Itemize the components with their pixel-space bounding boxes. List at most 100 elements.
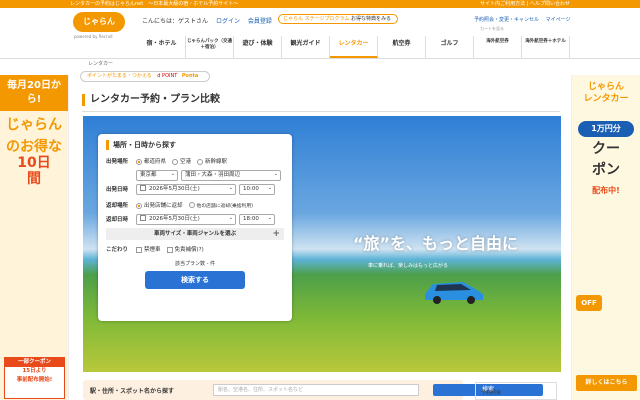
form-title: 場所・日時から探す bbox=[106, 140, 284, 150]
checkbox-icon bbox=[136, 246, 142, 253]
radio-label: 他の店舗に返却(乗捨利用) bbox=[196, 203, 254, 209]
calendar-icon bbox=[140, 185, 146, 191]
radio-airport[interactable]: 空港 bbox=[172, 157, 191, 165]
nav-item[interactable]: レンタカー bbox=[330, 36, 378, 58]
logo-subtitle: powered by Recruit bbox=[74, 34, 113, 39]
depart-place-label: 出発場所 bbox=[106, 159, 129, 165]
left-ad-footer-line1: 15日より bbox=[22, 368, 47, 374]
return-date-row: 返却日時 2026年5月30日(土) 18:00 bbox=[106, 213, 284, 225]
reservation-inquiry-box[interactable]: 予約照会 bbox=[475, 382, 557, 400]
login-link[interactable]: ログイン bbox=[216, 18, 240, 25]
left-ad-line: 10日 bbox=[17, 155, 51, 171]
radio-other-store[interactable]: 他の店舗に返却(乗捨利用) bbox=[188, 202, 254, 209]
plan-count: 該当プラン数 - 件 bbox=[175, 261, 215, 267]
ponta-logo: Ponta bbox=[181, 73, 199, 79]
stage-program-banner[interactable]: じゃらん ステージプログラム お得な特典をみる bbox=[278, 14, 398, 24]
page-title: レンタカー予約・プラン比較 bbox=[82, 94, 220, 106]
top-bar-left-text: レンタカーの予約はじゃらんnet 〜日本最大級の宿・ホテル予約サイト〜 bbox=[70, 1, 239, 7]
greeting-text: こんにちは：ゲストさん bbox=[142, 18, 209, 25]
left-ad-footer: 一部クーポン 15日より 事前配布開始! bbox=[4, 357, 65, 399]
nav-item[interactable]: 観光ガイド bbox=[282, 36, 330, 58]
prefecture-select[interactable]: 東京都 bbox=[136, 169, 178, 181]
point-text: ポイントがたまる・つかえる bbox=[87, 73, 152, 79]
top-bar: レンタカーの予約はじゃらんnet 〜日本最大級の宿・ホテル予約サイト〜 サイト内… bbox=[0, 0, 640, 8]
depart-date-value: 2026年5月30日(土) bbox=[149, 185, 200, 192]
radio-label: 都道府県 bbox=[144, 159, 167, 165]
stage-more: お得な特典をみる bbox=[350, 16, 391, 22]
depart-area-row: 東京都 蒲田・大森・羽田周辺 bbox=[106, 169, 284, 181]
plus-icon: + bbox=[272, 229, 280, 239]
area-select[interactable]: 蒲田・大森・羽田周辺 bbox=[181, 169, 281, 181]
return-time-select[interactable]: 18:00 bbox=[239, 213, 275, 225]
keyword-search-label: 駅・住所・スポット名から探す bbox=[90, 388, 175, 395]
radio-prefecture[interactable]: 都道府県 bbox=[136, 157, 166, 165]
radio-label: 出発店舗に返却 bbox=[144, 203, 183, 209]
depart-place-row: 出発場所 都道府県 空港 新幹線駅 bbox=[106, 155, 284, 167]
return-date-input[interactable]: 2026年5月30日(土) bbox=[136, 213, 236, 225]
return-date-value: 2026年5月30日(土) bbox=[149, 215, 200, 222]
right-ad-brand: じゃらん bbox=[587, 82, 624, 92]
keyword-search-input[interactable]: 駅名、空港名、住所、スポット名など bbox=[213, 384, 419, 396]
radio-label: 空港 bbox=[180, 159, 192, 165]
radio-station[interactable]: 新幹線駅 bbox=[197, 157, 227, 165]
hero-subtext: 車に乗れば、楽しみはもっと広がる bbox=[368, 263, 449, 269]
radio-icon bbox=[197, 158, 204, 165]
right-ad-distributing: 配布中! bbox=[592, 186, 620, 195]
checkbox-nonsmoking[interactable]: 禁煙車 bbox=[136, 245, 161, 253]
point-bar: ポイントがたまる・つかえる d POINT Ponta bbox=[80, 71, 210, 82]
checkbox-label: 免責補償(?) bbox=[174, 247, 204, 253]
right-ad-amount: 1万円分 bbox=[578, 121, 634, 137]
nav-item[interactable]: ゴルフ bbox=[426, 36, 474, 58]
left-ad-footer-head: 一部クーポン bbox=[5, 358, 64, 367]
nav-divider bbox=[0, 58, 640, 59]
cart-link[interactable]: カートを見る bbox=[480, 26, 504, 32]
left-ad-footer-line2: 事前配布開始! bbox=[16, 377, 53, 383]
depart-date-row: 出発日時 2026年5月30日(土) 10:00 bbox=[106, 183, 284, 195]
nav-item[interactable]: 遊び・体験 bbox=[234, 36, 282, 58]
nav-item[interactable]: 海外航空券＋ホテル bbox=[522, 36, 570, 58]
depart-time-select[interactable]: 10:00 bbox=[239, 183, 275, 195]
keyword-search-bar: 駅・住所・スポット名から探す 駅名、空港名、住所、スポット名など 検索 bbox=[83, 380, 543, 400]
mypage-link[interactable]: マイページ bbox=[546, 17, 571, 23]
left-ad-top: 毎月20日から! bbox=[0, 75, 68, 111]
breadcrumb[interactable]: レンタカー bbox=[88, 60, 113, 67]
right-ad-detail-button[interactable]: 詳しくはこちら bbox=[576, 375, 637, 391]
top-bar-right-link[interactable]: サイト内ご利用方法 | ヘルプ問い合わせ bbox=[480, 0, 570, 8]
checkbox-label: 禁煙車 bbox=[144, 247, 161, 253]
left-ad-line: 間 bbox=[27, 171, 41, 187]
main-nav: 宿・ホテル じゃらんパック（交通＋宿泊） 遊び・体験 観光ガイド レンタカー 航空券 ゴルフ… bbox=[138, 36, 570, 58]
jalan-logo[interactable]: じゃらん bbox=[73, 12, 125, 32]
radio-label: 新幹線駅 bbox=[205, 159, 228, 165]
return-date-label: 返却日時 bbox=[106, 217, 129, 223]
right-ad-product: レンタカー bbox=[583, 94, 629, 104]
right-ad-banner[interactable]: じゃらん レンタカー 1万円分 クー ポン 配布中! OFF 詳しくはこちら bbox=[571, 75, 640, 400]
checkbox-icon bbox=[166, 246, 173, 253]
calendar-icon bbox=[140, 215, 146, 221]
return-place-label: 返却場所 bbox=[106, 203, 129, 209]
radio-same-store[interactable]: 出発店舗に返却 bbox=[136, 201, 183, 209]
search-form: 場所・日時から探す 出発場所 都道府県 空港 新幹線駅 東京都 蒲田・大森・羽田… bbox=[98, 134, 292, 321]
right-ad-off-badge: OFF bbox=[576, 295, 602, 311]
left-ad-line: のお得な bbox=[6, 139, 62, 155]
right-ad-line: ポン bbox=[592, 162, 620, 178]
stage-program-label: ステージプログラム bbox=[304, 16, 350, 22]
right-ad-top: じゃらん レンタカー bbox=[572, 75, 640, 115]
header-links: 予約照会・変更・キャンセル マイページ bbox=[474, 16, 576, 23]
radio-icon bbox=[136, 202, 142, 209]
reservation-link[interactable]: 予約照会・変更・キャンセル bbox=[474, 17, 539, 23]
register-link[interactable]: 会員登録 bbox=[248, 18, 272, 25]
checkbox-insurance[interactable]: 免責補償(?) bbox=[166, 245, 204, 253]
stage-brand: じゃらん bbox=[283, 16, 304, 22]
dpoint-logo: d POINT bbox=[157, 73, 178, 79]
nav-item[interactable]: 宿・ホテル bbox=[138, 36, 186, 58]
radio-icon bbox=[188, 202, 195, 208]
depart-date-label: 出発日時 bbox=[106, 187, 129, 193]
nav-item[interactable]: じゃらんパック（交通＋宿泊） bbox=[186, 36, 234, 58]
radio-icon bbox=[172, 158, 179, 165]
depart-date-input[interactable]: 2026年5月30日(土) bbox=[136, 183, 236, 195]
nav-item[interactable]: 海外航空券 bbox=[474, 36, 522, 58]
vehicle-genre-toggle[interactable]: 車両サイズ・車両ジャンルを選ぶ + bbox=[106, 228, 284, 240]
nav-item[interactable]: 航空券 bbox=[378, 36, 426, 58]
search-button[interactable]: 検索する bbox=[145, 271, 245, 289]
left-ad-banner[interactable]: 毎月20日から! じゃらん のお得な 10日 間 一部クーポン 15日より 事前… bbox=[0, 75, 69, 400]
